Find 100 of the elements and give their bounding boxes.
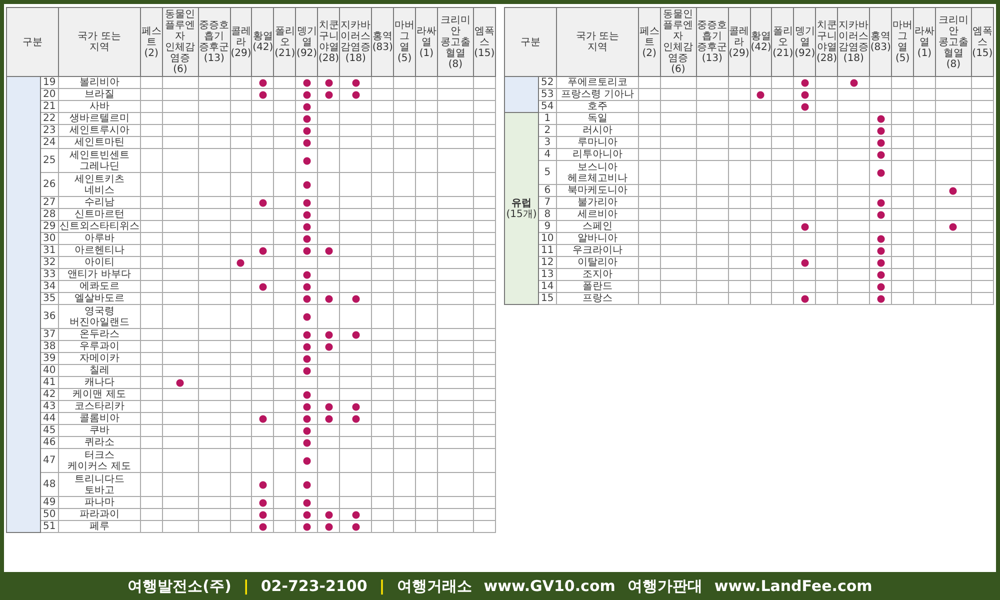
row-number: 4: [538, 148, 556, 160]
region-cell: 프랑스: [556, 292, 638, 304]
row-number: 5: [538, 160, 556, 184]
row-number: 21: [40, 100, 58, 112]
region-cell: 독일: [556, 112, 638, 124]
region-cell: 세인트마틴: [58, 136, 140, 148]
row-number: 34: [40, 280, 58, 292]
row-number: 40: [40, 364, 58, 376]
row-number: 23: [40, 124, 58, 136]
column-header: 홍역 (83): [870, 8, 892, 76]
column-header: 국가 또는 지역: [556, 8, 638, 76]
row-number: 12: [538, 256, 556, 268]
row-number: 31: [40, 244, 58, 256]
row-number: 49: [40, 496, 58, 508]
row-number: 20: [40, 88, 58, 100]
row-number: 3: [538, 136, 556, 148]
row-number: 22: [40, 112, 58, 124]
row-number: 6: [538, 184, 556, 196]
row-number: 38: [40, 340, 58, 352]
region-cell: 아이티: [58, 256, 140, 268]
column-header: 라싸열 (1): [416, 8, 438, 76]
row-number: 28: [40, 208, 58, 220]
separator: |: [243, 577, 249, 595]
column-header: 중증호흡기 증후군 (13): [198, 8, 230, 76]
row-number: 37: [40, 328, 58, 340]
row-number: 27: [40, 196, 58, 208]
row-number: 15: [538, 292, 556, 304]
region-cell: 칠레: [58, 364, 140, 376]
row-number: 2: [538, 124, 556, 136]
region-cell: 세르비아: [556, 208, 638, 220]
row-number: 54: [538, 100, 556, 112]
region-cell: 보스니아 헤르체고비나: [556, 160, 638, 184]
column-header: 폴리오 (21): [772, 8, 794, 76]
region-cell: 사바: [58, 100, 140, 112]
row-number: 47: [40, 448, 58, 472]
region-cell: 우루과이: [58, 340, 140, 352]
region-cell: 볼리비아: [58, 76, 140, 88]
region-cell: 엘살바도르: [58, 292, 140, 304]
region-cell: 브라질: [58, 88, 140, 100]
column-header: 중증호흡기 증후군 (13): [696, 8, 728, 76]
region-cell: 푸에르토리코: [556, 76, 638, 88]
region-cell: 리투아니아: [556, 148, 638, 160]
region-cell: 우크라이나: [556, 244, 638, 256]
row-number: 10: [538, 232, 556, 244]
row-number: 29: [40, 220, 58, 232]
row-number: 11: [538, 244, 556, 256]
region-cell: 러시아: [556, 124, 638, 136]
column-header: 라싸열 (1): [914, 8, 936, 76]
region-cell: 불가리아: [556, 196, 638, 208]
footer-text: 여행발전소(주): [128, 576, 232, 596]
region-cell: 알바니아: [556, 232, 638, 244]
column-header: 뎅기열 (92): [296, 8, 318, 76]
column-header: 황열 (42): [252, 8, 274, 76]
row-number: 30: [40, 232, 58, 244]
region-cell: 파나마: [58, 496, 140, 508]
column-header: 콜레라 (29): [728, 8, 750, 76]
region-cell: 쿠바: [58, 424, 140, 436]
region-cell: 터크스 케이커스 제도: [58, 448, 140, 472]
column-header: 페스트 (2): [638, 8, 660, 76]
column-header: 크리미안 콩고출혈열 (8): [437, 8, 474, 76]
column-header: 마버그 열 (5): [394, 8, 416, 76]
group-label: 유럽: [511, 198, 532, 208]
group-count: (15개): [505, 208, 538, 220]
region-cell: 신트외스타티위스: [58, 220, 140, 232]
row-number: 14: [538, 280, 556, 292]
column-header: 동물인플루엔자 인체감염증 (6): [162, 8, 198, 76]
separator: |: [379, 577, 385, 595]
region-cell: 자메이카: [58, 352, 140, 364]
row-number: 19: [40, 76, 58, 88]
region-cell: 퀴라소: [58, 436, 140, 448]
region-cell: 신트마르턴: [58, 208, 140, 220]
row-number: 1: [538, 112, 556, 124]
row-number: 52: [538, 76, 556, 88]
region-cell: 온두라스: [58, 328, 140, 340]
column-header: 뎅기열 (92): [794, 8, 816, 76]
row-number: 44: [40, 412, 58, 424]
row-number: 26: [40, 172, 58, 196]
footer-text: 여행거래소: [396, 576, 472, 596]
column-header: 국가 또는 지역: [58, 8, 140, 76]
row-number: 25: [40, 148, 58, 172]
region-cell: 생바르텔르미: [58, 112, 140, 124]
row-number: 36: [40, 304, 58, 328]
region-cell: 영국령 버진아일랜드: [58, 304, 140, 328]
column-header: 치쿤 구니야열 (28): [816, 8, 838, 76]
column-header: 콜레라 (29): [230, 8, 252, 76]
region-cell: 세인트루시아: [58, 124, 140, 136]
footer-text: 02-723-2100: [260, 577, 368, 595]
row-number: 50: [40, 508, 58, 520]
region-cell: 앤티가 바부다: [58, 268, 140, 280]
footer-text: www.LandFee.com: [714, 577, 872, 595]
column-header: 구분: [6, 8, 58, 76]
row-number: 7: [538, 196, 556, 208]
row-number: 45: [40, 424, 58, 436]
column-header: 폴리오 (21): [274, 8, 296, 76]
footer-text: www.GV10.com: [484, 577, 616, 595]
column-header: 페스트 (2): [140, 8, 162, 76]
region-cell: 캐나다: [58, 376, 140, 388]
column-header: 구분: [504, 8, 556, 76]
column-header: 지카바이러스 감염증 (18): [340, 8, 372, 76]
region-cell: 스페인: [556, 220, 638, 232]
